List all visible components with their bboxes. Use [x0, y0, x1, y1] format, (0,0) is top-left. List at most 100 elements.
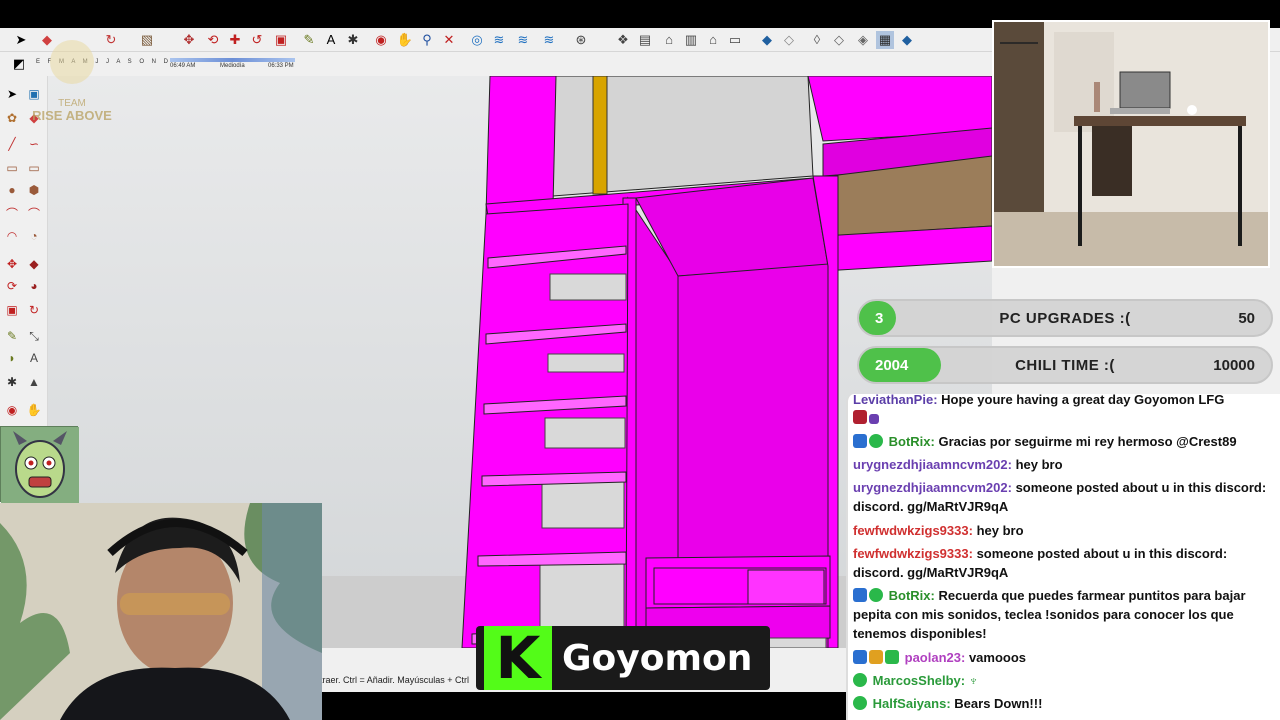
rotated-rectangle-icon[interactable]: ▭: [26, 160, 42, 176]
chat-message: fewfwdwkzigs9333: someone posted about u…: [853, 544, 1273, 582]
styles-dropdown-icon[interactable]: ⊛: [572, 31, 590, 49]
section-cuts-icon[interactable]: ≋: [514, 31, 532, 49]
kick-emote-icon: [869, 414, 879, 424]
home-view-icon[interactable]: ⌂: [660, 31, 678, 49]
components-icon[interactable]: ❖: [614, 31, 632, 49]
team-logo: TEAM RISE ABOVE: [32, 40, 112, 123]
followme-tool-icon[interactable]: ▣: [272, 31, 290, 49]
chat-text: hey bro: [1015, 457, 1063, 472]
section-display-icon[interactable]: ≋: [490, 31, 508, 49]
rectangle-icon[interactable]: ▭: [4, 160, 20, 176]
rod: [592, 76, 608, 195]
three-d-text-icon[interactable]: ▲: [26, 374, 42, 390]
text-label-icon[interactable]: A: [26, 350, 42, 366]
polygon-icon[interactable]: ⬢: [26, 182, 42, 198]
chat-message: fewfwdwkzigs9333: hey bro: [853, 521, 1273, 540]
box-5: [539, 555, 625, 633]
monochrome-icon[interactable]: ◆: [898, 31, 916, 49]
sub-badge-icon: [853, 650, 867, 664]
circle-icon[interactable]: ●: [4, 182, 20, 198]
box-1: [549, 273, 627, 301]
shadow-time-slider[interactable]: [170, 58, 295, 62]
three-point-arc-icon[interactable]: ◠: [4, 228, 20, 244]
section-plane-icon[interactable]: ◎: [468, 31, 486, 49]
orbit-icon[interactable]: ◉: [4, 402, 20, 418]
arc-icon[interactable]: ⌒: [4, 206, 20, 222]
select-arrow-icon[interactable]: ➤: [4, 86, 20, 102]
move-icon[interactable]: ✥: [4, 256, 20, 272]
chat-message: urygnezdhjiaamncvm202: someone posted ab…: [853, 478, 1273, 516]
protractor-icon[interactable]: ◗: [4, 350, 20, 366]
paint-bucket-icon[interactable]: ✿: [4, 110, 20, 126]
chat-username: fewfwdwkzigs9333:: [853, 546, 973, 561]
shadow-toggle-icon[interactable]: ◩: [10, 55, 28, 73]
iso-view-icon[interactable]: ▤: [636, 31, 654, 49]
heart-emote-icon: [853, 410, 867, 424]
mascot-avatar: [0, 426, 79, 503]
tape-measure-icon[interactable]: ✎: [4, 328, 20, 344]
axes-icon[interactable]: ✱: [4, 374, 20, 390]
desk-reference-image: [992, 20, 1270, 268]
bot-badge-icon: [853, 434, 867, 448]
move-tool-icon[interactable]: ✥: [180, 31, 198, 49]
shaded-icon[interactable]: ◈: [854, 31, 872, 49]
front-view-icon[interactable]: ⌂: [704, 31, 722, 49]
wireframe-icon[interactable]: ◊: [808, 31, 826, 49]
chat-message: MarcosShelby: ♆: [853, 671, 1273, 690]
textured-icon[interactable]: ▦: [876, 31, 894, 49]
right-view-icon[interactable]: ▭: [726, 31, 744, 49]
webcam-feed: [0, 503, 322, 720]
orbit-view-icon[interactable]: ◉: [372, 31, 390, 49]
chat-username: BotRix:: [888, 588, 935, 603]
chat-username: BotRix:: [888, 434, 935, 449]
paint-tool-icon[interactable]: ✱: [344, 31, 362, 49]
chat-message: urygnezdhjiaamncvm202: hey bro: [853, 455, 1273, 474]
two-point-arc-icon[interactable]: ⌒: [26, 206, 42, 222]
rotate-icon[interactable]: ⟳: [4, 278, 20, 294]
push-pull-icon[interactable]: ◆: [26, 256, 42, 272]
select-tool-icon[interactable]: ➤: [12, 31, 30, 49]
chat-text: Gracias por seguirme mi rey hermoso @Cre…: [938, 434, 1237, 449]
kick-logo-icon: K: [484, 626, 552, 690]
goal-title: PC UPGRADES :(: [999, 310, 1131, 327]
hidden-line-icon[interactable]: ◇: [830, 31, 848, 49]
chat-username: urygnezdhjiaamncvm202:: [853, 480, 1012, 495]
team-logo-line2: RISE ABOVE: [32, 108, 112, 123]
rectangle-tool-icon[interactable]: ▧: [138, 31, 156, 49]
top-view-icon[interactable]: ▥: [682, 31, 700, 49]
chat-message: BotRix: Gracias por seguirme mi rey herm…: [853, 432, 1273, 451]
box-4: [541, 477, 625, 529]
follow-me-icon[interactable]: ◕: [26, 278, 42, 294]
verified-badge-icon: [853, 696, 867, 710]
pan-tool-icon[interactable]: ✋: [396, 31, 414, 49]
offset-icon[interactable]: ↻: [26, 302, 42, 318]
chat-text: vamooos: [968, 650, 1027, 665]
streamer-name-banner: K Goyomon: [476, 626, 770, 690]
shadow-time-start: 06:49 AM: [170, 63, 196, 69]
scale-tool-icon[interactable]: ✚: [226, 31, 244, 49]
chat-text: Bears Down!!!: [954, 696, 1043, 711]
left-upper-panel: [485, 76, 557, 215]
chat-username: fewfwdwkzigs9333:: [853, 523, 973, 538]
back-edges-icon[interactable]: ◇: [780, 31, 798, 49]
chat-emote-icon: ♆: [968, 673, 979, 688]
tape-tool-icon[interactable]: ✎: [300, 31, 318, 49]
verified-badge-icon: [869, 588, 883, 602]
status-hint: traer. Ctrl = Añadir. Mayúsculas + Ctrl: [320, 675, 470, 685]
rotate-tool-icon[interactable]: ⟲: [204, 31, 222, 49]
text-tool-icon[interactable]: A: [322, 31, 340, 49]
freehand-tool-icon[interactable]: ∽: [26, 136, 42, 152]
pie-icon[interactable]: ◔: [26, 228, 42, 244]
upper-opening: [552, 76, 814, 197]
dimension-icon[interactable]: ⤡: [26, 328, 42, 344]
pan-icon[interactable]: ✋: [26, 402, 42, 418]
xray-icon[interactable]: ◆: [758, 31, 776, 49]
zoom-tool-icon[interactable]: ⚲: [418, 31, 436, 49]
line-tool-icon[interactable]: ╱: [4, 136, 20, 152]
section-fill-icon[interactable]: ≋: [540, 31, 558, 49]
verified-badge-icon: [869, 434, 883, 448]
orbit-tool-icon[interactable]: ↺: [248, 31, 266, 49]
zoom-extents-icon[interactable]: ✕: [440, 31, 458, 49]
scale-icon[interactable]: ▣: [4, 302, 20, 318]
vip-badge-icon: [885, 650, 899, 664]
